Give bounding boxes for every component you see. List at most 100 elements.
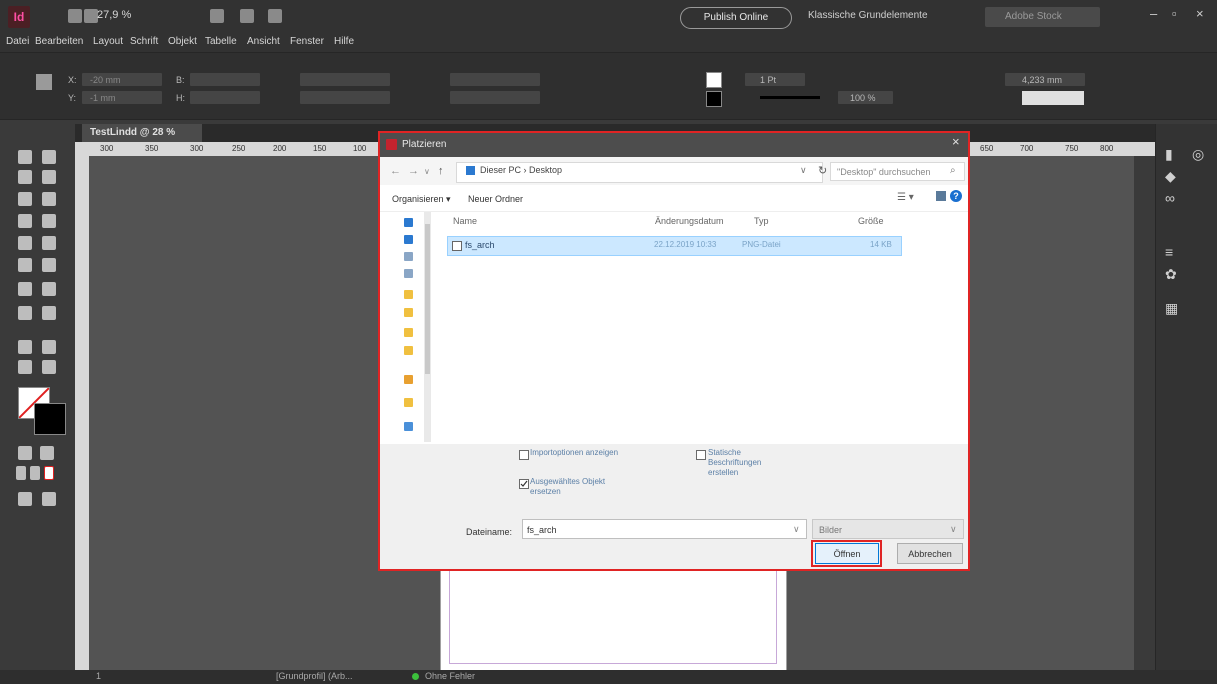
- dialog-titlebar[interactable]: [380, 133, 968, 157]
- pen-tool-icon[interactable]: [18, 236, 32, 250]
- rectangle-tool-icon[interactable]: [42, 258, 56, 272]
- selection-tool-icon[interactable]: [18, 150, 32, 164]
- formatting-container-icon[interactable]: [18, 446, 32, 460]
- recent-dropdown-icon[interactable]: ∨: [424, 167, 430, 176]
- note-tool-icon[interactable]: [18, 340, 32, 354]
- direct-selection-tool-icon[interactable]: [42, 150, 56, 164]
- folder-icon[interactable]: [404, 328, 413, 337]
- menu-bearbeiten[interactable]: Bearbeiten: [35, 36, 83, 47]
- width-field[interactable]: [190, 73, 260, 86]
- quick-access-icon[interactable]: [404, 218, 413, 227]
- folder-icon[interactable]: [404, 346, 413, 355]
- view-options-icon[interactable]: [210, 9, 224, 23]
- file-type-filter[interactable]: Bilder: [812, 519, 964, 539]
- content-collector-icon[interactable]: [18, 192, 32, 206]
- pencil-tool-icon[interactable]: [42, 236, 56, 250]
- page-number[interactable]: 1: [96, 671, 101, 681]
- zoom-tool-icon[interactable]: [42, 360, 56, 374]
- help-icon[interactable]: ?: [950, 190, 962, 202]
- hand-tool-icon[interactable]: [18, 360, 32, 374]
- fill-swatch-icon[interactable]: [706, 72, 722, 88]
- preflight-profile[interactable]: [Grundprofil] (Arb...: [276, 671, 353, 681]
- create-captions-checkbox[interactable]: [696, 450, 706, 460]
- nav-scrollbar-thumb[interactable]: [425, 224, 430, 374]
- type-tool-icon[interactable]: [18, 214, 32, 228]
- address-path[interactable]: Dieser PC › Desktop: [480, 165, 562, 175]
- screen-mode-icon[interactable]: [240, 9, 254, 23]
- screen-mode-normal-icon[interactable]: [42, 492, 56, 506]
- dialog-search-input[interactable]: "Desktop" durchsuchen: [830, 162, 965, 181]
- refresh-icon[interactable]: ↻: [818, 164, 827, 177]
- apply-gradient-icon[interactable]: [30, 466, 40, 480]
- line-tool-icon[interactable]: [42, 214, 56, 228]
- this-pc-nav-icon[interactable]: [404, 422, 413, 431]
- open-button[interactable]: Öffnen: [815, 543, 879, 564]
- filter-dropdown-icon[interactable]: ∨: [950, 524, 957, 535]
- content-placer-icon[interactable]: [42, 192, 56, 206]
- menu-datei[interactable]: Datei: [6, 36, 29, 47]
- minimize-icon[interactable]: –: [1150, 6, 1157, 21]
- import-options-checkbox[interactable]: [519, 450, 529, 460]
- document-tab[interactable]: TestLindd @ 28 %: [82, 124, 202, 142]
- menu-objekt[interactable]: Objekt: [168, 36, 197, 47]
- free-transform-tool-icon[interactable]: [42, 282, 56, 296]
- scale-y-field[interactable]: [300, 91, 390, 104]
- replace-selected-label[interactable]: Ausgewähltes Objekt ersetzen: [530, 477, 620, 497]
- column-type[interactable]: Typ: [754, 216, 769, 226]
- up-icon[interactable]: ↑: [438, 165, 444, 177]
- new-folder-button[interactable]: Neuer Ordner: [468, 194, 523, 204]
- scale-x-field[interactable]: [300, 73, 390, 86]
- menu-ansicht[interactable]: Ansicht: [247, 36, 280, 47]
- preview-pane-icon[interactable]: [936, 191, 946, 201]
- downloads-icon[interactable]: [404, 235, 413, 244]
- create-captions-label[interactable]: Statische Beschriftungen erstellen: [708, 448, 778, 478]
- cc-libraries-icon[interactable]: ◎: [1192, 146, 1204, 163]
- file-checkbox[interactable]: [452, 241, 462, 251]
- view-mode-icon[interactable]: [18, 492, 32, 506]
- reference-point-icon[interactable]: [36, 74, 52, 90]
- page-tool-icon[interactable]: [18, 170, 32, 184]
- stroke-color-icon[interactable]: [34, 403, 66, 435]
- cancel-button[interactable]: Abbrechen: [897, 543, 963, 564]
- menu-tabelle[interactable]: Tabelle: [205, 36, 237, 47]
- ellipse-frame-tool-icon[interactable]: [18, 258, 32, 272]
- menu-hilfe[interactable]: Hilfe: [334, 36, 354, 47]
- publish-online-button[interactable]: Publish Online: [680, 7, 792, 29]
- swatches-panel-icon[interactable]: ▦: [1165, 300, 1178, 317]
- back-icon[interactable]: ←: [390, 165, 401, 177]
- arrange-documents-icon[interactable]: [268, 9, 282, 23]
- stroke-style-preview[interactable]: [760, 96, 820, 99]
- scissors-tool-icon[interactable]: [18, 282, 32, 296]
- onedrive-icon[interactable]: [404, 398, 413, 407]
- color-panel-icon[interactable]: ✿: [1165, 266, 1177, 283]
- layers-panel-icon[interactable]: ◆: [1165, 168, 1176, 185]
- menu-fenster[interactable]: Fenster: [290, 36, 324, 47]
- shear-field[interactable]: [450, 91, 540, 104]
- apply-none-icon[interactable]: [44, 466, 54, 480]
- zoom-level[interactable]: 27,9 %: [97, 9, 131, 21]
- organize-button[interactable]: Organisieren ▾: [392, 194, 451, 205]
- pictures-icon[interactable]: [404, 269, 413, 278]
- adobe-stock-search[interactable]: Adobe Stock: [985, 7, 1100, 27]
- folder-icon[interactable]: [404, 290, 413, 299]
- stroke-panel-icon[interactable]: ≡: [1165, 244, 1173, 260]
- column-name[interactable]: Name: [453, 216, 477, 226]
- menu-schrift[interactable]: Schrift: [130, 36, 158, 47]
- replace-selected-checkbox[interactable]: [519, 479, 529, 489]
- maximize-icon[interactable]: ▫: [1172, 6, 1177, 21]
- height-field[interactable]: [190, 91, 260, 104]
- preflight-errors[interactable]: Ohne Fehler: [425, 671, 475, 681]
- creative-cloud-icon[interactable]: [404, 375, 413, 384]
- filename-dropdown-icon[interactable]: ∨: [793, 524, 800, 535]
- file-name[interactable]: fs_arch: [465, 240, 495, 250]
- forward-icon[interactable]: →: [408, 165, 419, 177]
- menu-layout[interactable]: Layout: [93, 36, 123, 47]
- formatting-text-icon[interactable]: [40, 446, 54, 460]
- apply-color-icon[interactable]: [16, 466, 26, 480]
- minibridge-icon[interactable]: [84, 9, 98, 23]
- folder-icon[interactable]: [404, 308, 413, 317]
- gradient-feather-tool-icon[interactable]: [42, 306, 56, 320]
- bridge-icon[interactable]: [68, 9, 82, 23]
- documents-icon[interactable]: [404, 252, 413, 261]
- close-icon[interactable]: ×: [1196, 6, 1204, 21]
